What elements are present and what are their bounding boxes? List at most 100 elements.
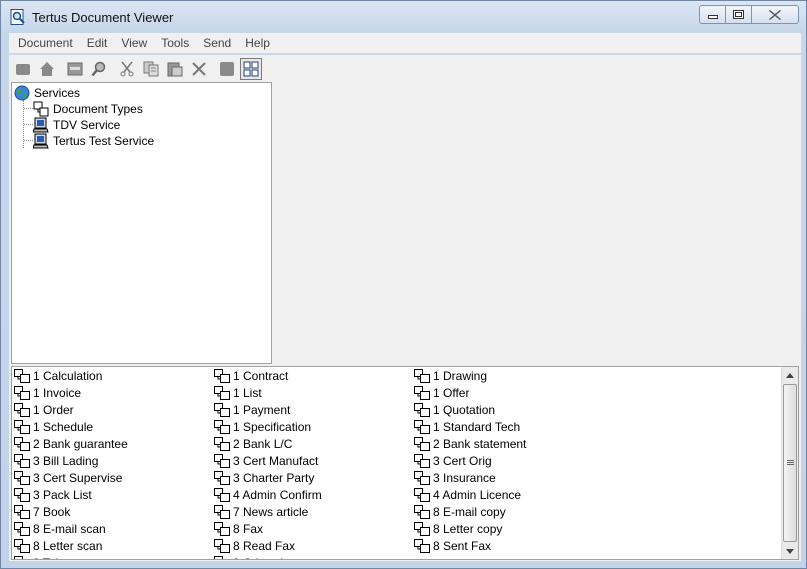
list-item-label: 3 Insurance: [433, 470, 496, 485]
toolbar-delete-button[interactable]: [188, 58, 210, 80]
list-item[interactable]: 8 Fax: [214, 520, 263, 537]
document-type-icon: [214, 368, 230, 383]
list-item[interactable]: 1 Offer: [414, 384, 469, 401]
list-item[interactable]: 1 Calculation: [14, 367, 102, 384]
title-bar[interactable]: Tertus Document Viewer: [1, 1, 806, 33]
services-tree[interactable]: Services Document Types TDV Service Tert…: [11, 82, 272, 364]
list-item-label: 1 Calculation: [33, 368, 103, 383]
menu-tools[interactable]: Tools: [155, 34, 195, 53]
minimize-button[interactable]: [699, 5, 726, 24]
list-item-label: 1 Invoice: [33, 385, 82, 400]
list-item[interactable]: 3 Cert Supervise: [14, 469, 122, 486]
tree-node-services[interactable]: Services: [14, 85, 80, 101]
list-item-label: 8 Telex: [33, 556, 71, 560]
list-item[interactable]: 8 Read Fax: [214, 537, 295, 554]
list-item[interactable]: 7 Book: [14, 503, 70, 520]
toolbar: [9, 55, 801, 82]
list-item[interactable]: 8 E-mail copy: [414, 503, 506, 520]
list-item[interactable]: 8 Telex: [14, 554, 71, 560]
toolbar-properties-button[interactable]: [216, 58, 238, 80]
list-item[interactable]: 1 Payment: [214, 401, 290, 418]
document-type-icon: [414, 504, 430, 519]
menu-help[interactable]: Help: [239, 34, 276, 53]
list-item-label: 2 Bank L/C: [233, 436, 293, 451]
list-item[interactable]: 1 Invoice: [14, 384, 81, 401]
document-type-icon: [214, 402, 230, 417]
list-item[interactable]: 1 Order: [14, 401, 74, 418]
list-item[interactable]: 1 Drawing: [414, 367, 487, 384]
list-item[interactable]: 8 Letter copy: [414, 520, 502, 537]
list-item-label: 2 Bank guarantee: [33, 436, 128, 451]
scroll-up-button[interactable]: [782, 367, 798, 383]
list-item[interactable]: 1 Quotation: [414, 401, 495, 418]
document-type-icon: [214, 504, 230, 519]
document-type-icon: [214, 436, 230, 451]
list-item-label: 8 E-mail scan: [33, 521, 106, 536]
list-item-label: 4 Admin Licence: [433, 487, 522, 502]
document-type-icon: [414, 436, 430, 451]
toolbar-find-button[interactable]: [88, 58, 110, 80]
tree-node-document-types[interactable]: Document Types: [33, 101, 143, 117]
find-icon: [91, 61, 106, 76]
list-item[interactable]: 3 Bill Lading: [14, 452, 98, 469]
document-type-icon: [14, 504, 30, 519]
list-item[interactable]: 3 Cert Manufact: [214, 452, 318, 469]
document-type-icon: [414, 538, 430, 553]
list-item-label: 8 Read Fax: [233, 538, 296, 553]
close-button[interactable]: [752, 5, 799, 24]
list-item[interactable]: 1 Standard Tech: [414, 418, 520, 435]
list-item[interactable]: 1 Contract: [214, 367, 288, 384]
list-item[interactable]: 3 Pack List: [14, 486, 92, 503]
list-item[interactable]: 1 Specification: [214, 418, 311, 435]
list-item-label: 1 List: [233, 385, 262, 400]
toolbar-details-view-button[interactable]: [240, 57, 262, 80]
toolbar-open-button[interactable]: [12, 58, 34, 80]
document-type-icon: [414, 487, 430, 502]
toolbar-window-button[interactable]: [64, 58, 86, 80]
list-item[interactable]: 9 Other docs: [214, 554, 302, 560]
scroll-thumb[interactable]: [783, 384, 797, 542]
list-item[interactable]: 3 Insurance: [414, 469, 496, 486]
tree-node-tertus-test-service[interactable]: Tertus Test Service: [33, 133, 154, 149]
list-item-label: 9 Other docs: [233, 556, 302, 560]
toolbar-copy-button[interactable]: [140, 58, 162, 80]
list-item[interactable]: 2 Bank statement: [414, 435, 526, 452]
document-type-icon: [14, 538, 30, 553]
toolbar-cut-button[interactable]: [116, 58, 138, 80]
vertical-scrollbar[interactable]: [781, 367, 798, 559]
list-item[interactable]: 8 Sent Fax: [414, 537, 491, 554]
list-item-label: 1 Specification: [233, 419, 312, 434]
menu-edit[interactable]: Edit: [81, 34, 114, 53]
list-item[interactable]: 3 Cert Orig: [414, 452, 492, 469]
list-item[interactable]: 7 News article: [214, 503, 308, 520]
arrow-down-icon: [786, 548, 794, 554]
maximize-button[interactable]: [726, 5, 752, 24]
list-item[interactable]: 3 Charter Party: [214, 469, 314, 486]
document-type-icon: [214, 555, 223, 559]
list-item-label: 4 Admin Confirm: [233, 487, 322, 502]
list-item-label: 1 Payment: [233, 402, 291, 417]
magnifier-document-icon: [10, 9, 25, 25]
list-item[interactable]: 8 Letter scan: [14, 537, 102, 554]
list-item[interactable]: 2 Bank L/C: [214, 435, 292, 452]
menu-view[interactable]: View: [115, 34, 153, 53]
tree-node-tdv-service[interactable]: TDV Service: [33, 117, 120, 133]
list-item[interactable]: 1 Schedule: [14, 418, 93, 435]
computer-icon: [33, 133, 49, 149]
tree-label-document-types: Document Types: [53, 102, 143, 116]
list-item[interactable]: 4 Admin Licence: [414, 486, 521, 503]
scroll-down-button[interactable]: [782, 543, 798, 559]
list-item[interactable]: 2 Bank guarantee: [14, 435, 128, 452]
list-item[interactable]: 1 List: [214, 384, 262, 401]
toolbar-paste-button[interactable]: [164, 58, 186, 80]
menu-send[interactable]: Send: [197, 34, 237, 53]
list-item[interactable]: 8 E-mail scan: [14, 520, 106, 537]
list-item-label: 1 Standard Tech: [433, 419, 521, 434]
document-type-icon: [14, 385, 30, 400]
folder-icon: [16, 63, 30, 75]
list-item[interactable]: 4 Admin Confirm: [214, 486, 322, 503]
toolbar-home-button[interactable]: [36, 58, 58, 80]
document-type-icon: [414, 402, 430, 417]
document-type-list[interactable]: 1 Calculation 1 Invoice 1 Order 1 Schedule 2…: [11, 366, 799, 560]
menu-document[interactable]: Document: [9, 34, 79, 53]
